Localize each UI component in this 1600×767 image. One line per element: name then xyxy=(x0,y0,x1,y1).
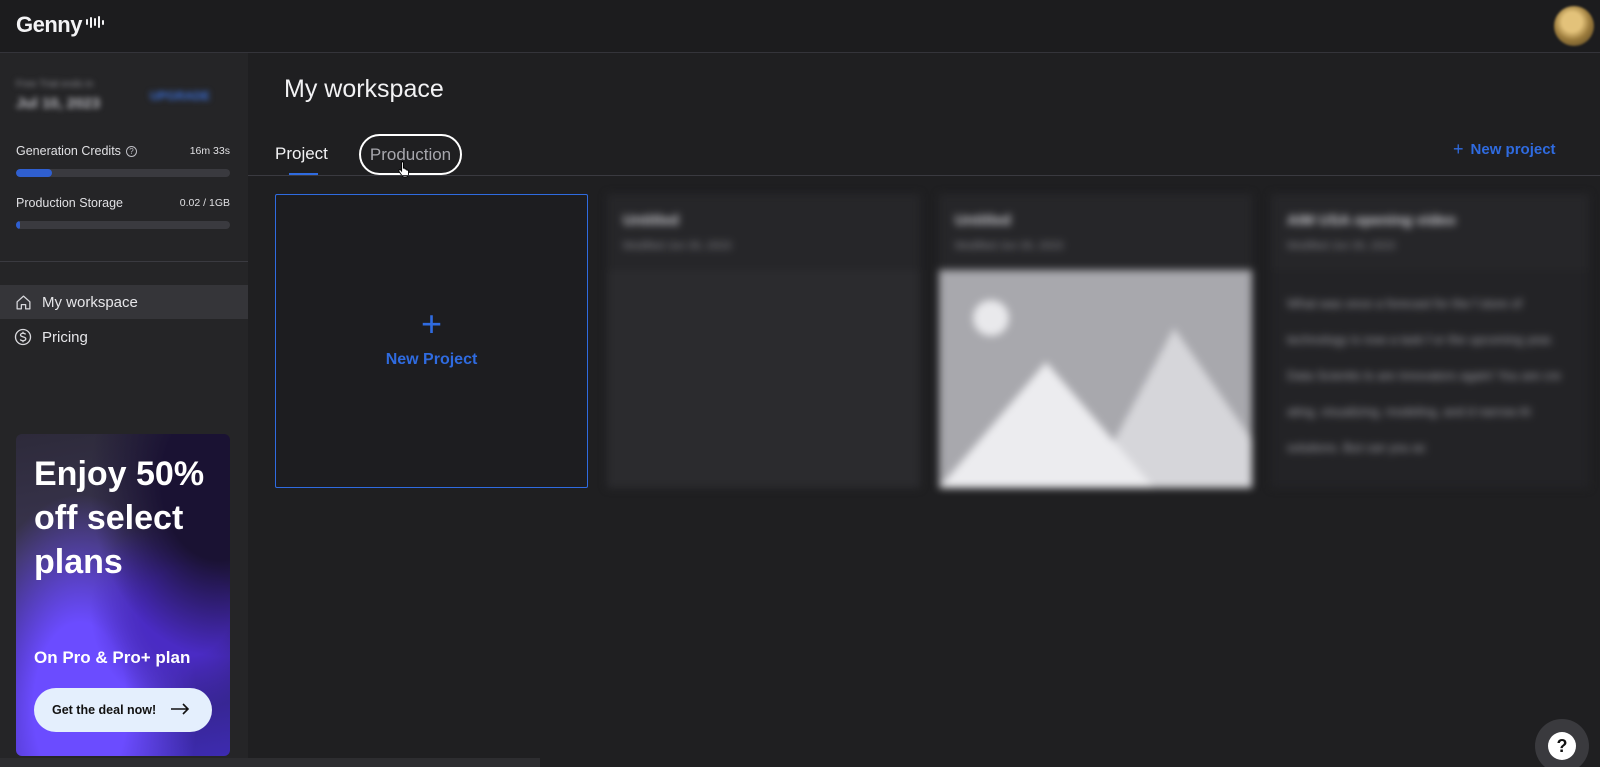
sidebar-item-label: Pricing xyxy=(42,328,88,346)
generation-credits-value: 16m 33s xyxy=(189,145,230,157)
page-title: My workspace xyxy=(284,75,444,103)
promo-title: Enjoy 50% off select plans xyxy=(34,455,205,581)
project-title: Untitled xyxy=(623,212,679,229)
plus-icon: + xyxy=(1453,139,1464,159)
project-card-header: Untitled Modified Jun 30, 2023 xyxy=(939,194,1252,270)
sidebar-item-pricing[interactable]: Pricing xyxy=(0,320,248,354)
info-icon[interactable]: ? xyxy=(125,145,137,157)
sidebar: Free Trial ends in Jul 10, 2023 UPGRADE … xyxy=(0,53,248,767)
project-card-header: Untitled Modified Jun 30, 2023 xyxy=(607,194,920,270)
project-card[interactable]: Untitled Modified Jun 30, 2023 xyxy=(939,194,1252,488)
sidebar-item-label: My workspace xyxy=(42,293,138,311)
promo-banner[interactable]: Enjoy 50% off select plans On Pro & Pro+… xyxy=(16,434,230,756)
plus-icon: + xyxy=(420,303,443,344)
arrow-right-icon xyxy=(170,702,190,718)
new-project-link[interactable]: + New project xyxy=(1453,140,1556,158)
tab-project[interactable]: Project xyxy=(275,144,328,164)
sidebar-divider xyxy=(0,261,248,262)
production-storage-meter: Production Storage 0.02 / 1GB xyxy=(16,196,230,229)
new-project-card-label: New Project xyxy=(385,351,478,368)
promo-subtitle: On Pro & Pro+ plan xyxy=(34,648,191,667)
production-storage-value: 0.02 / 1GB xyxy=(179,197,230,209)
generation-credits-fill xyxy=(16,169,53,177)
project-card[interactable]: Untitled Modified Jun 30, 2023 xyxy=(607,194,920,488)
horizontal-scrollbar[interactable] xyxy=(0,758,540,767)
tabs-divider xyxy=(248,175,1600,176)
project-title: AIM USA opening video xyxy=(1287,212,1456,229)
production-storage-label: Production Storage xyxy=(16,196,124,210)
new-project-card[interactable]: + New Project xyxy=(275,194,588,488)
dollar-circle-icon xyxy=(14,328,32,346)
top-bar: Genny xyxy=(0,0,1600,53)
plan-date: Jul 10, 2023 xyxy=(16,95,101,112)
sidebar-item-my-workspace[interactable]: My workspace xyxy=(0,285,248,319)
project-text: What was once a forecast for the f store… xyxy=(1287,297,1561,455)
app-logo[interactable]: Genny xyxy=(16,12,104,38)
project-modified: Modified Jun 30, 2023 xyxy=(955,240,1064,252)
project-thumbnail xyxy=(607,270,920,488)
project-modified: Modified Jun 30, 2023 xyxy=(623,240,732,252)
help-button[interactable]: ? xyxy=(1535,719,1589,767)
project-card-header: AIM USA opening video Modified Jun 30, 2… xyxy=(1271,194,1589,270)
generation-credits-label: Generation Credits xyxy=(16,144,121,158)
generation-credits-meter: Generation Credits ? 16m 33s xyxy=(16,144,230,177)
app-name: Genny xyxy=(16,12,82,37)
production-storage-fill xyxy=(16,221,21,229)
new-project-link-label: New project xyxy=(1470,140,1556,158)
plan-label: Free Trial ends in xyxy=(16,79,94,90)
image-placeholder-icon xyxy=(939,270,1252,488)
get-deal-label: Get the deal now! xyxy=(52,703,157,717)
home-icon xyxy=(14,293,32,311)
plan-status: Free Trial ends in Jul 10, 2023 UPGRADE xyxy=(16,79,228,119)
question-mark-icon: ? xyxy=(1548,732,1576,760)
user-avatar[interactable] xyxy=(1554,6,1594,46)
get-deal-button[interactable]: Get the deal now! xyxy=(34,688,212,732)
project-modified: Modified Jun 30, 2023 xyxy=(1287,240,1396,252)
project-card[interactable]: AIM USA opening video Modified Jun 30, 2… xyxy=(1271,194,1589,488)
upgrade-link[interactable]: UPGRADE xyxy=(150,89,210,103)
project-title: Untitled xyxy=(955,212,1011,229)
production-storage-track xyxy=(16,221,230,229)
generation-credits-track xyxy=(16,169,230,177)
waveform-icon xyxy=(85,15,104,29)
